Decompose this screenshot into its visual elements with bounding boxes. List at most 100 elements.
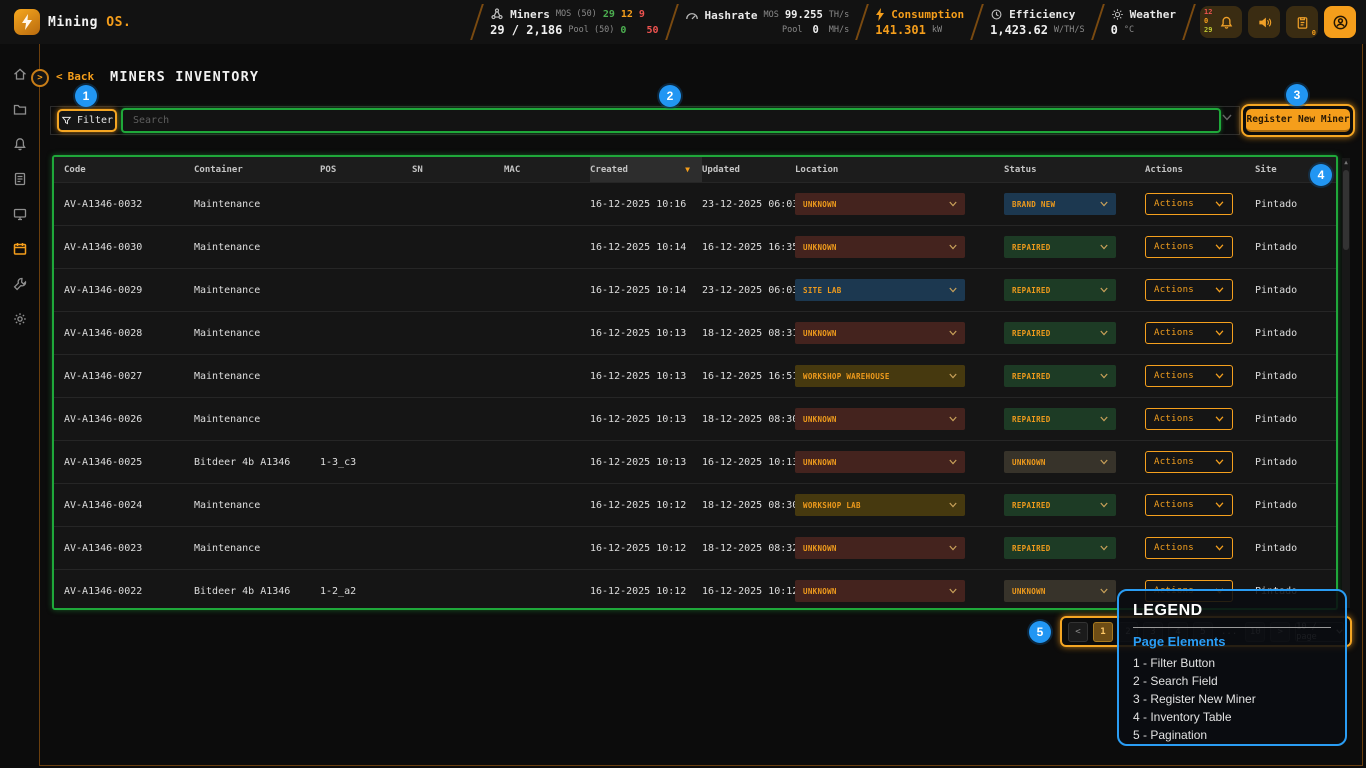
location-dropdown[interactable]: UNKNOWN xyxy=(795,236,965,258)
search-chevron-down-icon[interactable] xyxy=(1222,114,1232,121)
cell-updated: 16-12-2025 16:35 xyxy=(702,242,795,253)
column-header-actions[interactable]: Actions xyxy=(1145,165,1255,175)
actions-dropdown[interactable]: Actions xyxy=(1145,494,1233,516)
cell-site: Pintado xyxy=(1255,543,1336,554)
status-dropdown[interactable]: REPAIRED xyxy=(1004,408,1116,430)
cell-updated: 16-12-2025 10:12 xyxy=(702,586,795,597)
notification-badges: 12 0 29 xyxy=(1204,8,1212,35)
sidebar-item-settings[interactable] xyxy=(12,311,28,327)
annotation-badge-3: 3 xyxy=(1286,84,1308,106)
column-header-pos[interactable]: POS xyxy=(320,165,412,175)
chevron-down-icon xyxy=(1215,330,1224,336)
location-dropdown[interactable]: UNKNOWN xyxy=(795,408,965,430)
column-header-updated[interactable]: Updated xyxy=(702,165,795,175)
chevron-down-icon xyxy=(949,502,957,508)
scroll-up-icon[interactable]: ▲ xyxy=(1342,158,1350,168)
cell-site: Pintado xyxy=(1255,285,1336,296)
sort-desc-icon[interactable]: ▼ xyxy=(685,165,690,174)
miners-label: Miners xyxy=(510,8,550,21)
status-dropdown[interactable]: REPAIRED xyxy=(1004,537,1116,559)
table-row: AV-A1346-0023 Maintenance 16-12-2025 10:… xyxy=(54,526,1336,569)
sidebar-item-tools[interactable] xyxy=(12,276,28,292)
app-title: Mining OS. xyxy=(48,15,131,30)
actions-dropdown[interactable]: Actions xyxy=(1145,236,1233,258)
location-dropdown[interactable]: UNKNOWN xyxy=(795,537,965,559)
actions-dropdown[interactable]: Actions xyxy=(1145,322,1233,344)
column-header-status[interactable]: Status xyxy=(1004,165,1145,175)
location-dropdown[interactable]: UNKNOWN xyxy=(795,580,965,602)
cell-site: Pintado xyxy=(1255,242,1336,253)
chevron-down-icon xyxy=(1100,545,1108,551)
status-dropdown[interactable]: UNKNOWN xyxy=(1004,580,1116,602)
chevron-down-icon xyxy=(949,459,957,465)
speaker-icon xyxy=(1257,15,1272,30)
clipboard-button[interactable]: 0 xyxy=(1286,6,1318,38)
bolt-icon xyxy=(875,8,885,21)
consumption-label: Consumption xyxy=(891,8,964,21)
notifications-button[interactable]: 12 0 29 xyxy=(1200,6,1242,38)
column-header-created[interactable]: Created ▼ xyxy=(590,157,702,182)
status-dropdown[interactable]: REPAIRED xyxy=(1004,236,1116,258)
sound-button[interactable] xyxy=(1248,6,1280,38)
location-dropdown[interactable]: WORKSHOP LAB xyxy=(795,494,965,516)
clipboard-icon xyxy=(1295,15,1310,30)
sidebar-item-folder[interactable] xyxy=(12,101,28,117)
sidebar-item-inventory[interactable] xyxy=(12,241,28,257)
actions-dropdown[interactable]: Actions xyxy=(1145,408,1233,430)
back-label: Back xyxy=(68,70,95,83)
cell-code: AV-A1346-0026 xyxy=(64,414,194,425)
table-scrollbar[interactable]: ▲ xyxy=(1342,158,1350,608)
chevron-down-icon xyxy=(1100,373,1108,379)
actions-dropdown[interactable]: Actions xyxy=(1145,279,1233,301)
scrollbar-thumb[interactable] xyxy=(1343,170,1349,250)
miners-pool-ok: 0 xyxy=(620,25,626,36)
location-dropdown[interactable]: UNKNOWN xyxy=(795,193,965,215)
pagination-prev-button[interactable]: < xyxy=(1068,622,1088,642)
search-input[interactable] xyxy=(123,115,1219,126)
location-dropdown[interactable]: UNKNOWN xyxy=(795,451,965,473)
actions-dropdown[interactable]: Actions xyxy=(1145,537,1233,559)
actions-dropdown[interactable]: Actions xyxy=(1145,193,1233,215)
column-header-container[interactable]: Container xyxy=(194,165,320,175)
status-dropdown[interactable]: REPAIRED xyxy=(1004,322,1116,344)
chevron-down-icon xyxy=(1215,287,1224,293)
column-header-sn[interactable]: SN xyxy=(412,165,504,175)
filter-button[interactable]: Filter xyxy=(57,109,117,132)
chevron-down-icon xyxy=(1215,373,1224,379)
account-button[interactable] xyxy=(1324,6,1356,38)
location-dropdown[interactable]: WORKSHOP WAREHOUSE xyxy=(795,365,965,387)
sidebar-item-documents[interactable] xyxy=(12,171,28,187)
funnel-icon xyxy=(61,115,72,126)
status-dropdown[interactable]: REPAIRED xyxy=(1004,279,1116,301)
pagination-page-button[interactable]: 1 xyxy=(1093,622,1113,642)
location-dropdown[interactable]: UNKNOWN xyxy=(795,322,965,344)
back-button[interactable]: < Back xyxy=(56,70,94,83)
chevron-down-icon xyxy=(949,287,957,293)
cell-created: 16-12-2025 10:16 xyxy=(590,199,702,210)
actions-dropdown[interactable]: Actions xyxy=(1145,365,1233,387)
location-dropdown[interactable]: SITE LAB xyxy=(795,279,965,301)
register-new-miner-button[interactable]: Register New Miner xyxy=(1246,109,1350,132)
sidebar-item-notifications[interactable] xyxy=(12,136,28,152)
actions-dropdown[interactable]: Actions xyxy=(1145,451,1233,473)
status-dropdown[interactable]: UNKNOWN xyxy=(1004,451,1116,473)
sidebar-item-home[interactable] xyxy=(12,66,28,82)
cell-container: Maintenance xyxy=(194,285,320,296)
status-dropdown[interactable]: BRAND NEW xyxy=(1004,193,1116,215)
chevron-down-icon xyxy=(949,416,957,422)
column-header-location[interactable]: Location xyxy=(795,165,1004,175)
sidebar-expand-button[interactable]: > xyxy=(31,69,49,87)
column-header-mac[interactable]: MAC xyxy=(504,165,590,175)
status-dropdown[interactable]: REPAIRED xyxy=(1004,365,1116,387)
status-dropdown[interactable]: REPAIRED xyxy=(1004,494,1116,516)
back-chevron-icon: < xyxy=(56,70,63,83)
efficiency-value: 1,423.62 xyxy=(990,23,1048,37)
annotation-badge-5: 5 xyxy=(1029,621,1051,643)
table-row: AV-A1346-0032 Maintenance 16-12-2025 10:… xyxy=(54,182,1336,225)
user-icon xyxy=(1332,14,1349,31)
sidebar-item-monitor[interactable] xyxy=(12,206,28,222)
bell-icon xyxy=(1219,15,1234,30)
column-header-code[interactable]: Code xyxy=(64,165,194,175)
cell-site: Pintado xyxy=(1255,199,1336,210)
weather-value: 0 xyxy=(1111,23,1118,37)
